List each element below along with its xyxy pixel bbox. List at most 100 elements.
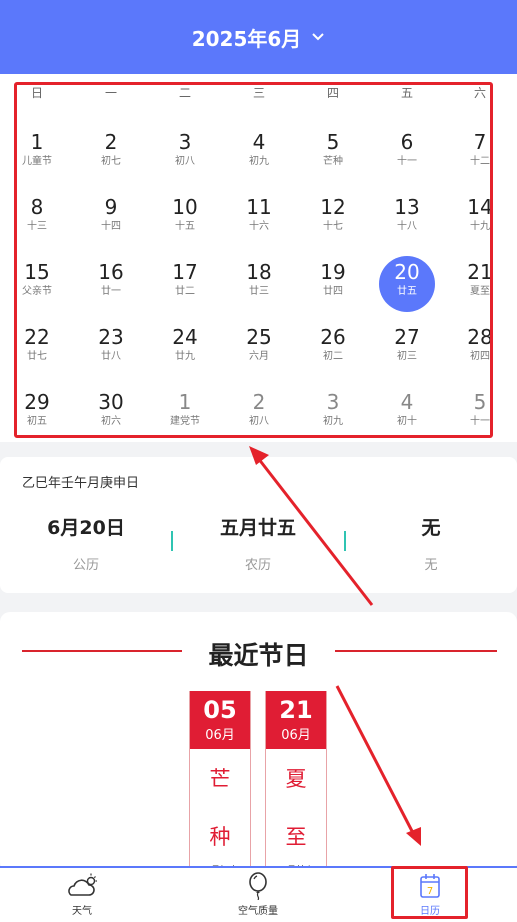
calendar-day-cell[interactable]: 5 芒种 — [296, 128, 370, 188]
calendar-day-cell[interactable]: 16 廿一 — [74, 258, 148, 318]
lunar-day: 廿九 — [175, 351, 195, 362]
tab-air-quality[interactable]: 空气质量 — [198, 872, 318, 917]
festival-month: 06月 — [205, 728, 235, 743]
calendar-day-cell[interactable]: 28 初四 — [443, 323, 517, 383]
day-number: 5 — [326, 130, 340, 154]
calendar-day-cell[interactable]: 9 十四 — [74, 193, 148, 253]
day-number: 20 — [394, 260, 420, 284]
calendar-day-cell[interactable]: 17 廿二 — [148, 258, 222, 318]
festival-item[interactable]: 05 06月 芒 种 五月初十 — [189, 691, 251, 872]
calendar-day-cell[interactable]: 12 十七 — [296, 193, 370, 253]
calendar-day-cell[interactable]: 13 十八 — [370, 193, 444, 253]
calendar-day-cell[interactable]: 10 十五 — [148, 193, 222, 253]
calendar-day-cell[interactable]: 24 廿九 — [148, 323, 222, 383]
calendar-icon: 7 — [420, 874, 440, 898]
calendar-day-cell[interactable]: 23 廿八 — [74, 323, 148, 383]
calendar-day-cell[interactable]: 5 十一 — [443, 388, 517, 448]
lunar-day: 十一 — [470, 416, 490, 427]
calendar-day-cell[interactable]: 3 初九 — [296, 388, 370, 448]
weather-icon — [68, 873, 97, 896]
lunar-day: 初四 — [470, 351, 490, 362]
lunar-day: 父亲节 — [22, 286, 52, 297]
calendar-day-cell[interactable]: 1 儿童节 — [0, 128, 74, 188]
title-line-right — [335, 650, 497, 652]
calendar-day-cell[interactable]: 25 六月 — [222, 323, 296, 383]
calendar-day-cell[interactable]: 2 初八 — [222, 388, 296, 448]
day-number: 29 — [24, 390, 50, 414]
recent-festivals-card: 最近节日 05 06月 芒 种 五月初十 21 06月 夏 至 五月廿六 — [0, 612, 517, 872]
calendar-day-cell[interactable]: 6 十一 — [370, 128, 444, 188]
calendar-day-cell[interactable]: 30 初六 — [74, 388, 148, 448]
lunar-day: 十八 — [397, 221, 417, 232]
day-number: 3 — [178, 130, 192, 154]
lunar-day: 廿七 — [27, 351, 47, 362]
calendar-day-cell[interactable]: 21 夏至 — [443, 258, 517, 318]
calendar-day-cell[interactable]: 20 廿五 — [370, 256, 444, 318]
solar-date-block: 6月20日 公历 — [0, 513, 172, 573]
festival-month: 06月 — [281, 728, 311, 743]
festival-date-header: 05 06月 — [190, 691, 250, 749]
lunar-day: 初六 — [101, 416, 121, 427]
day-number: 28 — [467, 325, 493, 349]
day-number: 17 — [172, 260, 198, 284]
calendar-day-cell[interactable]: 4 初十 — [370, 388, 444, 448]
lunar-day: 夏至 — [470, 286, 490, 297]
day-number: 6 — [400, 130, 414, 154]
day-number: 21 — [467, 260, 493, 284]
calendar-day-cell[interactable]: 27 初三 — [370, 323, 444, 383]
lunar-day: 廿二 — [175, 286, 195, 297]
festival-day: 21 — [279, 696, 313, 724]
solar-date-value: 6月20日 — [47, 517, 125, 539]
calendar-day-cell[interactable]: 26 初二 — [296, 323, 370, 383]
day-number: 26 — [320, 325, 346, 349]
calendar-day-cell[interactable]: 22 廿七 — [0, 323, 74, 383]
calendar-day-grid: 1 儿童节 2 初七 3 初八 4 初九 5 芒种 6 十一 7 十二 8 十三 9 十四 10 十五 11 十六 12 十七… — [0, 74, 517, 442]
festival-date-header: 21 06月 — [266, 691, 326, 749]
day-number: 2 — [104, 130, 118, 154]
calendar-day-cell[interactable]: 18 廿三 — [222, 258, 296, 318]
calendar-day-cell[interactable]: 2 初七 — [74, 128, 148, 188]
holiday-block: 无 无 — [345, 513, 517, 573]
calendar-day-cell[interactable]: 11 十六 — [222, 193, 296, 253]
air-quality-icon — [249, 872, 267, 900]
calendar-day-cell[interactable]: 7 十二 — [443, 128, 517, 188]
day-number: 1 — [178, 390, 192, 414]
tab-calendar[interactable]: 7 日历 — [370, 872, 490, 917]
lunar-date-label: 农历 — [244, 558, 271, 573]
calendar-day-cell[interactable]: 4 初九 — [222, 128, 296, 188]
festival-item[interactable]: 21 06月 夏 至 五月廿六 — [265, 691, 327, 872]
calendar-day-cell[interactable]: 14 十九 — [443, 193, 517, 253]
chevron-down-icon[interactable] — [311, 30, 325, 44]
calendar-day-cell[interactable]: 1 建党节 — [148, 388, 222, 448]
calendar-day-cell[interactable]: 8 十三 — [0, 193, 74, 253]
day-number: 16 — [98, 260, 124, 284]
lunar-day: 廿三 — [249, 286, 269, 297]
day-number: 19 — [320, 260, 346, 284]
festivals-title: 最近节日 — [208, 641, 309, 670]
lunar-day: 十一 — [397, 156, 417, 167]
day-number: 15 — [24, 260, 50, 284]
day-number: 4 — [252, 130, 266, 154]
solar-date-label: 公历 — [72, 558, 99, 573]
calendar-day-cell[interactable]: 29 初五 — [0, 388, 74, 448]
calendar-day-cell[interactable]: 19 廿四 — [296, 258, 370, 318]
lunar-day: 廿八 — [101, 351, 121, 362]
day-number: 12 — [320, 195, 346, 219]
lunar-day: 廿四 — [323, 286, 343, 297]
lunar-day: 初八 — [175, 156, 195, 167]
holiday-label: 无 — [424, 558, 438, 573]
month-title[interactable]: 2025年6月 — [192, 23, 302, 52]
calendar-day-cell[interactable]: 3 初八 — [148, 128, 222, 188]
tab-label: 日历 — [420, 906, 440, 917]
calendar-day-cell[interactable]: 15 父亲节 — [0, 258, 74, 318]
lunar-day: 初七 — [101, 156, 121, 167]
lunar-day: 初九 — [249, 156, 269, 167]
tab-label: 空气质量 — [238, 906, 278, 917]
tab-weather[interactable]: 天气 — [22, 872, 142, 917]
festival-name-char: 夏 — [285, 767, 307, 791]
lunar-day: 儿童节 — [22, 156, 52, 167]
day-number: 10 — [172, 195, 198, 219]
month-picker-header[interactable]: 2025年6月 — [0, 0, 517, 74]
lunar-day: 十六 — [249, 221, 269, 232]
festival-name-char: 至 — [285, 825, 307, 849]
